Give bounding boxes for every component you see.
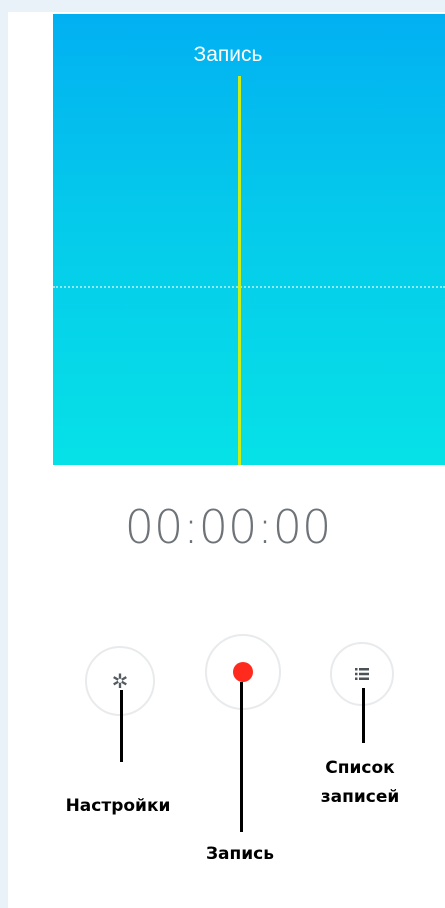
record-annotation: Запись [205,844,275,864]
waveform-baseline [53,286,445,288]
waveform-panel: Запись [53,14,445,465]
settings-pointer-line [120,690,123,762]
list-icon [354,667,370,681]
record-dot-icon [233,662,253,682]
playhead-line [238,76,241,465]
list-annotation-line1: Список [325,758,395,778]
settings-annotation: Настройки [65,796,171,816]
list-annotation-line2: записей [320,787,400,807]
record-pointer-line [240,682,243,832]
record-button[interactable] [205,634,281,710]
list-annotation: Список записей [305,754,415,812]
gear-icon: ✲ [111,669,129,693]
screen-title: Запись [193,43,263,66]
recording-timer: 00:00:00 [124,500,332,554]
list-pointer-line [362,688,365,743]
